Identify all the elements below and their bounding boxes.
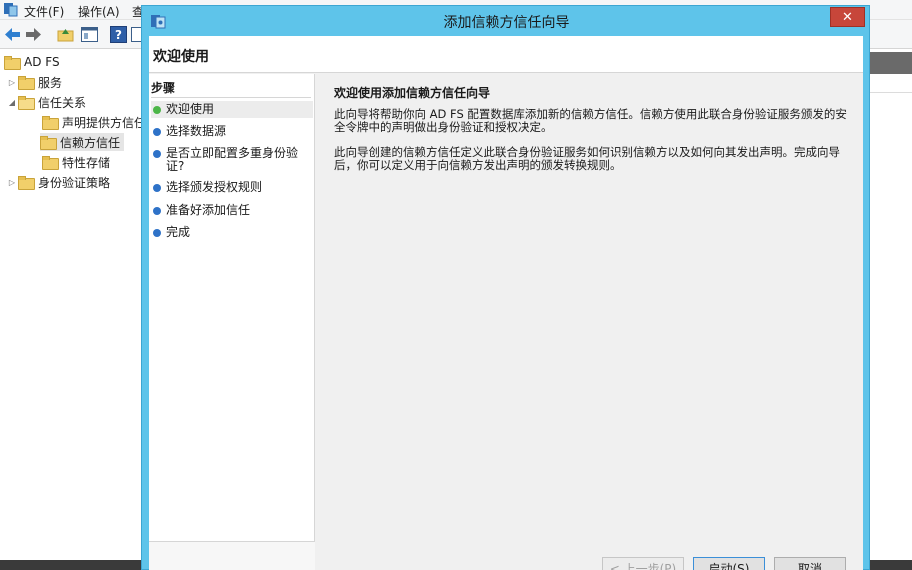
collapse-arrow-icon[interactable]: ◢: [6, 98, 18, 107]
step-current-icon: [153, 106, 161, 114]
tree-item-claims-provider-trusts[interactable]: 声明提供方信任: [42, 113, 146, 131]
steps-panel-footer: [149, 541, 315, 570]
dialog-body: 欢迎使用 步骤 欢迎使用 选择数据源 是否立即配置多重身份验证? 选择颁发授权规…: [149, 36, 863, 570]
tree-item-label: 声明提供方信任: [62, 115, 147, 130]
back-arrow-icon[interactable]: [3, 25, 22, 44]
tree-item-authentication-policies[interactable]: ▷ 身份验证策略: [6, 173, 110, 191]
start-button[interactable]: 启动(S): [693, 557, 765, 570]
divider: [151, 97, 311, 98]
relying-party-folder-icon: [40, 136, 57, 150]
step-label: 选择数据源: [166, 124, 227, 138]
step-configure-mfa[interactable]: 是否立即配置多重身份验证?: [151, 145, 313, 175]
folder-icon: [42, 156, 59, 170]
content-title: 欢迎使用添加信赖方信任向导: [334, 86, 491, 100]
folder-icon: [18, 76, 35, 90]
tree-item-label: 服务: [38, 75, 63, 90]
tree-item-attribute-stores[interactable]: 特性存储: [42, 153, 110, 171]
tree-item-relying-party-trusts[interactable]: 信赖方信任: [40, 133, 125, 151]
expand-arrow-icon[interactable]: ▷: [6, 78, 18, 87]
step-pending-icon: [153, 128, 161, 136]
step-label: 完成: [166, 225, 191, 239]
actions-pane-header: [868, 52, 912, 74]
show-hide-console-tree-icon[interactable]: [80, 25, 99, 44]
wizard-header: 欢迎使用: [149, 36, 863, 73]
console-tree: AD FS ▷ 服务 ◢ 信任关系 声明提供方信任 信赖方信任 特性存储 ▷ 身…: [0, 50, 146, 570]
step-pending-icon: [153, 229, 161, 237]
step-ready-to-add[interactable]: 准备好添加信任: [151, 202, 313, 219]
tree-item-services[interactable]: ▷ 服务: [6, 73, 62, 91]
step-welcome[interactable]: 欢迎使用: [151, 101, 313, 118]
close-icon: ✕: [842, 9, 853, 25]
divider: [868, 92, 912, 93]
intro-paragraph: 此向导将帮助你向 AD FS 配置数据库添加新的信赖方信任。信赖方使用此联合身份…: [334, 107, 847, 134]
step-label: 欢迎使用: [166, 102, 215, 116]
forward-arrow-icon[interactable]: [24, 25, 43, 44]
help-icon[interactable]: ?: [109, 25, 128, 44]
folder-icon: [18, 176, 35, 190]
close-button[interactable]: ✕: [830, 7, 865, 27]
step-issuance-rules[interactable]: 选择颁发授权规则: [151, 179, 313, 196]
add-relying-party-trust-wizard: 添加信赖方信任向导 ✕ 欢迎使用 步骤 欢迎使用 选择数据源 是否立即配置多重身…: [141, 5, 870, 570]
tree-item-adfs-root[interactable]: AD FS: [4, 53, 60, 71]
svg-text:?: ?: [115, 28, 122, 42]
previous-button[interactable]: < 上一步(P): [602, 557, 684, 570]
step-label: 准备好添加信任: [166, 203, 251, 217]
folder-icon: [42, 116, 59, 130]
cancel-button[interactable]: 取消: [774, 557, 846, 570]
up-folder-icon[interactable]: [56, 25, 75, 44]
step-label: 是否立即配置多重身份验证?: [166, 146, 299, 173]
dialog-title: 添加信赖方信任向导: [443, 15, 570, 31]
adfs-app-icon: [4, 3, 18, 17]
menu-file[interactable]: 文件(F): [24, 3, 64, 20]
page-title: 欢迎使用: [153, 49, 209, 65]
tree-item-trust-relationships[interactable]: ◢ 信任关系: [6, 93, 86, 111]
tree-item-label: AD FS: [24, 55, 60, 69]
tree-item-label: 信赖方信任: [60, 135, 121, 150]
step-pending-icon: [153, 184, 161, 192]
steps-title: 步骤: [151, 81, 176, 95]
steps-panel: 步骤 欢迎使用 选择数据源 是否立即配置多重身份验证? 选择颁发授权规则 准备好…: [149, 74, 315, 570]
wizard-content: 欢迎使用添加信赖方信任向导 此向导将帮助你向 AD FS 配置数据库添加新的信赖…: [316, 74, 863, 570]
tree-item-label: 身份验证策略: [38, 175, 111, 190]
expand-arrow-icon[interactable]: ▷: [6, 178, 18, 187]
step-pending-icon: [153, 150, 161, 158]
step-pending-icon: [153, 207, 161, 215]
tree-item-label: 信任关系: [38, 95, 87, 110]
folder-icon: [4, 56, 21, 70]
step-label: 选择颁发授权规则: [166, 180, 263, 194]
tree-item-label: 特性存储: [62, 155, 111, 170]
step-select-data-source[interactable]: 选择数据源: [151, 123, 313, 140]
menu-action[interactable]: 操作(A): [78, 3, 120, 20]
step-finish[interactable]: 完成: [151, 224, 313, 241]
folder-open-icon: [18, 96, 35, 110]
description-paragraph: 此向导创建的信赖方信任定义此联合身份验证服务如何识别信赖方以及如何向其发出声明。…: [334, 145, 840, 172]
